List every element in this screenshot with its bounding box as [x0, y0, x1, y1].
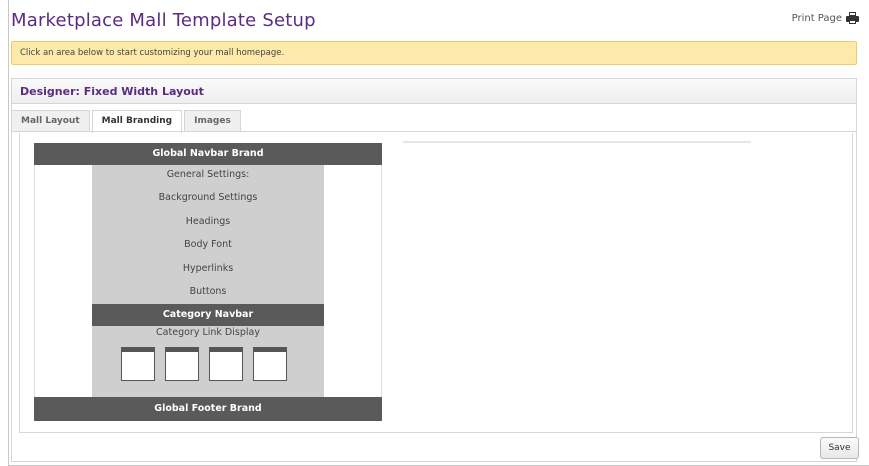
printer-icon	[846, 12, 859, 24]
tab-images[interactable]: Images	[184, 110, 241, 132]
tab-divider	[11, 131, 857, 132]
general-settings-area[interactable]: General Settings:	[92, 165, 324, 186]
global-footer-brand-area[interactable]: Global Footer Brand	[34, 397, 382, 421]
right-margin	[324, 165, 382, 397]
tab-mall-layout[interactable]: Mall Layout	[11, 110, 90, 132]
save-button[interactable]: Save	[820, 437, 859, 459]
headings-area[interactable]: Headings	[92, 210, 324, 234]
settings-list: General Settings: Background Settings He…	[92, 165, 324, 304]
tab-bar: Mall Layout Mall Branding Images	[11, 110, 241, 133]
category-box	[209, 347, 243, 381]
hyperlinks-area[interactable]: Hyperlinks	[92, 257, 324, 281]
global-navbar-brand-area[interactable]: Global Navbar Brand	[34, 143, 382, 165]
category-box	[165, 347, 199, 381]
category-link-boxes[interactable]	[121, 347, 287, 381]
tab-mall-branding[interactable]: Mall Branding	[91, 110, 183, 133]
category-navbar-area[interactable]: Category Navbar	[92, 304, 324, 326]
print-page-link[interactable]: Print Page	[792, 12, 859, 24]
buttons-area[interactable]: Buttons	[92, 280, 324, 304]
category-box	[121, 347, 155, 381]
content-column: General Settings: Background Settings He…	[92, 165, 324, 397]
background-settings-area[interactable]: Background Settings	[92, 186, 324, 210]
left-margin	[34, 165, 92, 397]
body-font-area[interactable]: Body Font	[92, 233, 324, 257]
category-link-display-area[interactable]: Category Link Display	[92, 327, 324, 338]
category-box	[253, 347, 287, 381]
designer-header: Designer: Fixed Width Layout	[11, 78, 857, 104]
page-title: Marketplace Mall Template Setup	[11, 10, 316, 31]
template-layout-diagram: Global Navbar Brand General Settings: Ba…	[34, 143, 382, 421]
info-notice: Click an area below to start customizing…	[11, 41, 857, 65]
print-page-label: Print Page	[791, 12, 842, 24]
preview-divider	[403, 141, 751, 143]
